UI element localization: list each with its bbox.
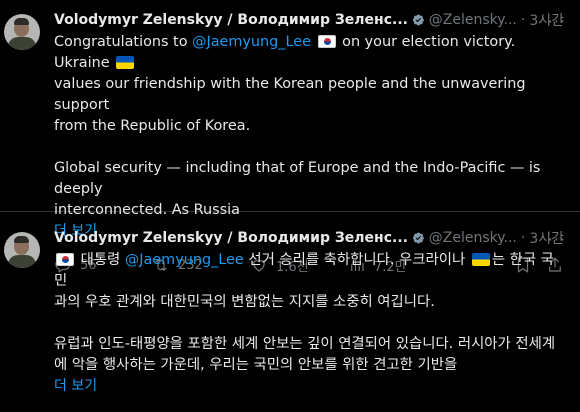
text-segment: values our friendship with the Korean pe… [54, 76, 526, 113]
south-korea-flag-icon [317, 35, 336, 48]
tweet[interactable]: Volodymyr Zelenskyy / Володимир Зеленс..… [0, 212, 580, 412]
ukraine-flag-icon [116, 56, 135, 69]
avatar[interactable] [4, 232, 40, 268]
tweet-paragraph: Congratulations to @Jaemyung_Lee on your… [54, 32, 564, 137]
separator-dot: · [520, 230, 526, 246]
display-name[interactable]: Volodymyr Zelenskyy / Володимир Зеленс..… [54, 12, 408, 28]
text-segment: Congratulations to [54, 34, 193, 50]
tweet-content: Volodymyr Zelenskyy / Володимир Зеленс..… [46, 10, 566, 275]
south-korea-flag-icon [56, 253, 74, 266]
mention-link[interactable]: @Jaemyung_Lee [125, 252, 244, 268]
verified-badge-icon [412, 232, 424, 244]
avatar-column [4, 228, 46, 412]
mention-link[interactable]: @Jaemyung_Lee [192, 34, 311, 50]
show-more-link[interactable]: 더 보기 [54, 376, 564, 396]
text-segment: from the Republic of Korea. [54, 118, 251, 134]
tweet-header: Volodymyr Zelenskyy / Володимир Зеленс..… [54, 10, 564, 30]
text-segment: 에 악을 행사하는 가운데, 우리는 국민의 안보를 위한 견고한 기반을 [54, 357, 458, 373]
timeline-feed: Volodymyr Zelenskyy / Володимир Зеленс..… [0, 0, 580, 412]
display-name[interactable]: Volodymyr Zelenskyy / Володимир Зеленс..… [54, 230, 408, 246]
text-segment: 유럽과 인도-태평양을 포함한 세계 안보는 깊이 연결되어 있습니다. 러시아… [54, 336, 556, 352]
tweet-paragraph: 대통령 @Jaemyung_Lee 선거 승리를 축하합니다. 우크라이나 는 … [54, 250, 564, 313]
more-icon[interactable]: ··· [548, 12, 566, 31]
text-segment: Global security — including that of Euro… [54, 160, 541, 197]
more-icon[interactable]: ··· [548, 230, 566, 249]
tweet[interactable]: Volodymyr Zelenskyy / Володимир Зеленс..… [0, 0, 580, 275]
user-handle[interactable]: @Zelensky... [429, 12, 517, 28]
text-segment: 과의 우호 관계와 대한민국의 변함없는 지지를 소중히 여깁니다. [54, 294, 435, 310]
tweet-text: Congratulations to @Jaemyung_Lee on your… [54, 32, 564, 221]
text-segment: 선거 승리를 축하합니다. 우크라이나 [243, 252, 470, 268]
user-handle[interactable]: @Zelensky... [429, 230, 517, 246]
verified-badge-icon [412, 14, 424, 26]
text-segment: 대통령 [76, 252, 125, 268]
tweet-paragraph: 유럽과 인도-태평양을 포함한 세계 안보는 깊이 연결되어 있습니다. 러시아… [54, 334, 564, 376]
avatar[interactable] [4, 14, 40, 50]
separator-dot: · [520, 12, 526, 28]
ukraine-flag-icon [471, 253, 490, 266]
tweet-text: 대통령 @Jaemyung_Lee 선거 승리를 축하합니다. 우크라이나 는 … [54, 250, 564, 376]
avatar-column [4, 10, 46, 211]
tweet-header: Volodymyr Zelenskyy / Володимир Зеленс..… [54, 228, 564, 248]
tweet-content: Volodymyr Zelenskyy / Володимир Зеленс..… [46, 228, 566, 412]
